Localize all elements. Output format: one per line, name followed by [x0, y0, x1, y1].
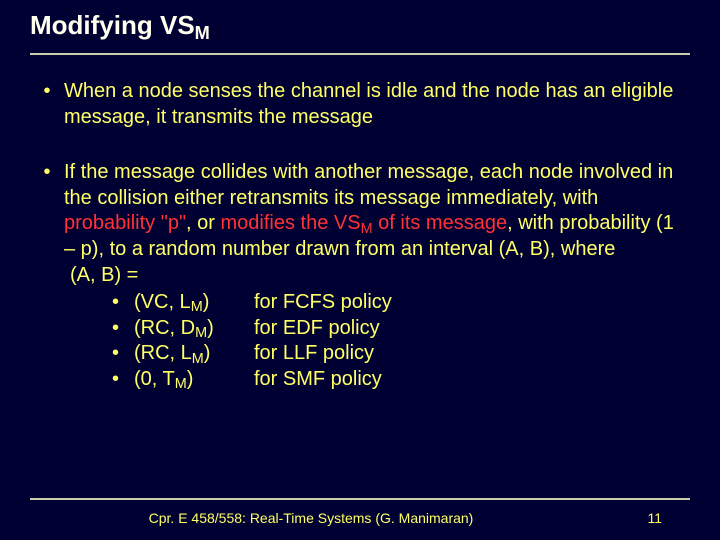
- title-subscript: M: [195, 23, 210, 43]
- bullet-item-1: • When a node senses the channel is idle…: [30, 79, 690, 130]
- slide-title: Modifying VSM: [30, 10, 690, 41]
- bullet-2-text: If the message collides with another mes…: [64, 160, 690, 288]
- sub-bullet-glyph: •: [112, 316, 134, 342]
- bullet-1-text: When a node senses the channel is idle a…: [64, 79, 690, 130]
- ab-equals: (A, B) =: [70, 263, 690, 289]
- footer-line: Cpr. E 458/558: Real-Time Systems (G. Ma…: [0, 510, 720, 526]
- b2-part1: If the message collides with another mes…: [64, 161, 673, 209]
- b2-mod-sub: M: [361, 221, 373, 237]
- page-number: 11: [622, 510, 662, 526]
- policy-row: •(RC, LM) for LLF policy: [112, 341, 690, 367]
- policy-row: •(0, TM)for SMF policy: [112, 367, 690, 393]
- sub-bullet-glyph: •: [112, 290, 134, 316]
- policy-for: for SMF policy: [254, 367, 690, 393]
- footer-rule: [30, 498, 690, 500]
- bullet-item-2: • If the message collides with another m…: [30, 160, 690, 288]
- title-text: Modifying VS: [30, 10, 195, 40]
- policy-for: for FCFS policy: [254, 290, 690, 316]
- policy-list: •(VC, LM)for FCFS policy•(RC, DM)for EDF…: [112, 290, 690, 392]
- content-area: • When a node senses the channel is idle…: [30, 79, 690, 393]
- policy-pair: (RC, DM): [134, 316, 254, 342]
- policy-for: for EDF policy: [254, 316, 690, 342]
- sub-bullet-glyph: •: [112, 367, 134, 393]
- sub-bullet-glyph: •: [112, 341, 134, 367]
- policy-for: for LLF policy: [254, 341, 690, 367]
- policy-pair: (RC, LM): [134, 341, 254, 367]
- footer-text: Cpr. E 458/558: Real-Time Systems (G. Ma…: [0, 510, 622, 526]
- bullet-glyph: •: [30, 160, 64, 288]
- policy-pair: (0, TM): [134, 367, 254, 393]
- title-block: Modifying VSM: [30, 10, 690, 49]
- b2-mod-text: modifies the VS: [221, 212, 361, 234]
- b2-probability-p: probability "p": [64, 212, 186, 234]
- bullet-glyph: •: [30, 79, 64, 130]
- b2-part2: , or: [186, 212, 220, 234]
- b2-mod-tail: of its message: [373, 212, 508, 234]
- policy-row: •(VC, LM)for FCFS policy: [112, 290, 690, 316]
- policy-pair: (VC, LM): [134, 290, 254, 316]
- title-underline: [30, 53, 690, 55]
- b2-modifies: modifies the VSM of its message: [221, 212, 508, 234]
- slide-body: Modifying VSM • When a node senses the c…: [0, 0, 720, 393]
- policy-row: •(RC, DM)for EDF policy: [112, 316, 690, 342]
- slide-footer: Cpr. E 458/558: Real-Time Systems (G. Ma…: [0, 498, 720, 526]
